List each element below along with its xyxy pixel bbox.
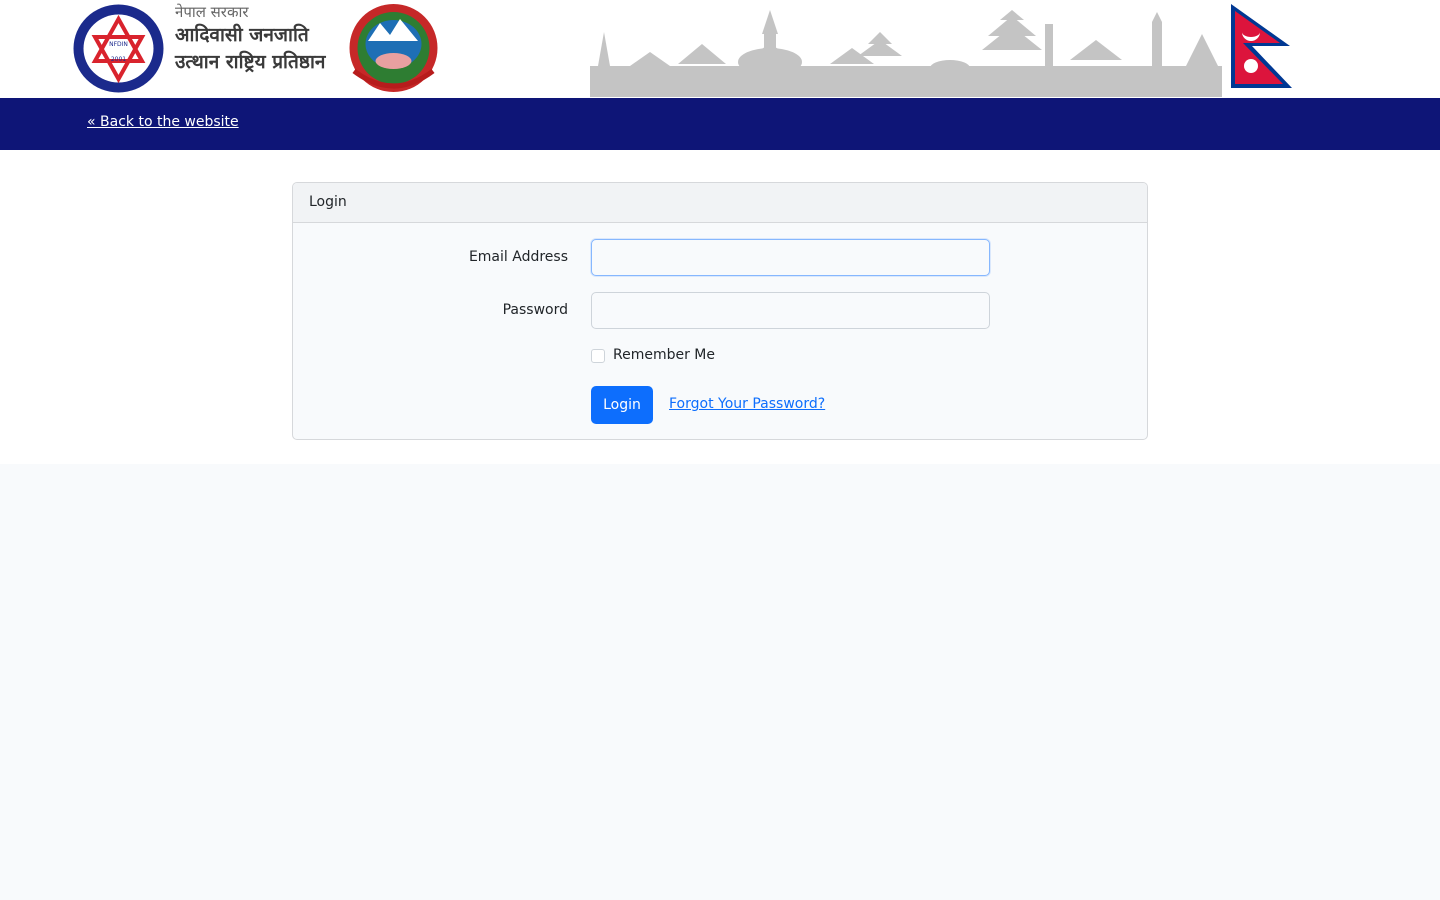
login-button[interactable]: Login xyxy=(591,386,653,424)
org-name-line2: उत्थान राष्ट्रिय प्रतिष्ठान xyxy=(175,51,326,73)
password-input[interactable] xyxy=(591,292,990,329)
email-label: Email Address xyxy=(468,249,568,265)
site-header: NFDIN 2001 नेपाल सरकार आदिवासी जनजाति उत… xyxy=(0,0,1440,98)
remember-me-checkbox[interactable] xyxy=(591,349,605,363)
forgot-password-link[interactable]: Forgot Your Password? xyxy=(669,396,825,412)
top-navbar: « Back to the website xyxy=(0,98,1440,150)
email-input[interactable] xyxy=(591,239,990,276)
password-label: Password xyxy=(502,302,568,318)
org-title-block: नेपाल सरकार आदिवासी जनजाति उत्थान राष्ट्… xyxy=(175,2,340,76)
nfdin-logo: NFDIN 2001 xyxy=(73,4,164,93)
logo-text: NFDIN xyxy=(109,41,128,48)
back-to-website-link[interactable]: « Back to the website xyxy=(87,114,239,130)
kathmandu-skyline-image xyxy=(590,10,1222,97)
login-card-title: Login xyxy=(293,183,1147,223)
nepal-emblem xyxy=(349,4,438,92)
org-name-line1: आदिवासी जनजाति xyxy=(175,24,309,46)
logo-year: 2001 xyxy=(111,56,126,63)
remember-me-label[interactable]: Remember Me xyxy=(613,347,715,363)
gov-label: नेपाल सरकार xyxy=(175,3,249,21)
login-card: Login Email Address Password Remember Me… xyxy=(292,182,1148,440)
nepal-flag xyxy=(1231,4,1292,88)
